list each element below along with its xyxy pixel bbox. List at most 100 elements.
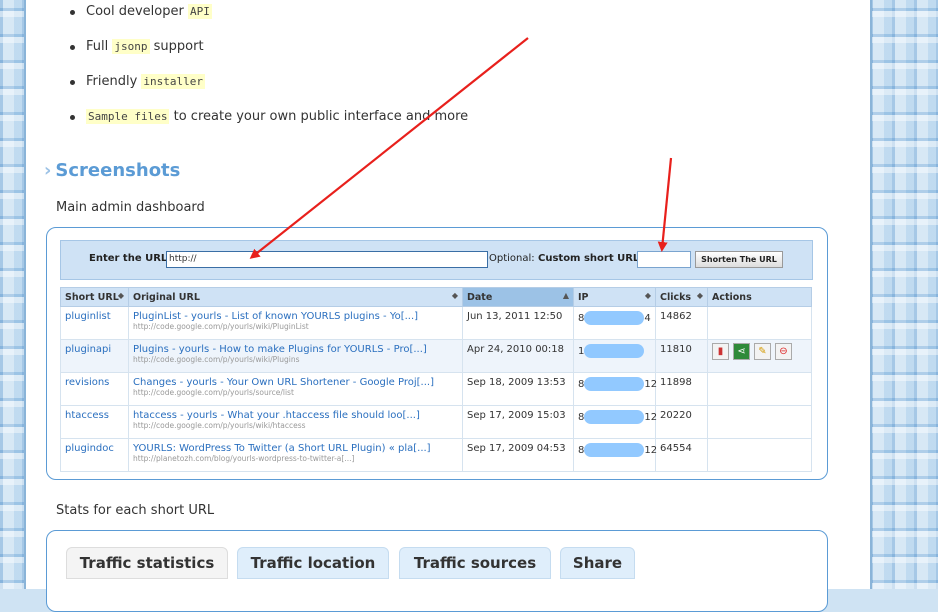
date-cell: Sep 18, 2009 13:53: [467, 377, 566, 388]
date-cell: Apr 24, 2010 00:18: [467, 344, 565, 355]
sort-icon: ◆: [117, 291, 124, 300]
clicks-cell: 14862: [660, 311, 692, 322]
bullet: [70, 80, 75, 85]
clicks-cell: 11810: [660, 344, 692, 355]
feature-code: jsonp: [112, 39, 150, 54]
feature-item: Friendly installer: [70, 74, 206, 89]
background-right: [870, 0, 938, 589]
feature-text: Cool developer: [86, 4, 188, 19]
tab-traffic-location[interactable]: Traffic location: [237, 547, 389, 579]
date-cell: Jun 13, 2011 12:50: [467, 311, 563, 322]
url-input[interactable]: http://: [166, 251, 488, 268]
feature-item: Full jsonp support: [70, 39, 204, 54]
background-left: [0, 0, 24, 589]
caption-stats: Stats for each short URL: [56, 503, 215, 518]
section-title-text: Screenshots: [55, 160, 181, 181]
page-content: Cool developer API Full jsonp support Fr…: [24, 0, 872, 612]
redaction-blur: [584, 443, 645, 457]
section-title: › Screenshots: [44, 160, 180, 181]
redaction-blur: [584, 377, 645, 391]
feature-code: Sample files: [86, 109, 170, 124]
sort-asc-icon: ▲: [562, 291, 569, 300]
redaction-blur: [584, 311, 645, 325]
original-url: http://planetozh.com/blog/yourls-wordpre…: [133, 454, 355, 463]
clicks-cell: 64554: [660, 443, 692, 454]
tab-share[interactable]: Share: [560, 547, 635, 579]
table-row: pluginlist PluginList - yourls - List of…: [60, 306, 812, 340]
original-url-title[interactable]: htaccess - yourls - What your .htaccess …: [133, 406, 458, 421]
delete-icon[interactable]: ⊖: [775, 343, 792, 360]
feature-text: Full: [86, 39, 113, 54]
sort-icon: ◆: [644, 291, 651, 300]
header-actions: Actions: [707, 287, 812, 307]
feature-code: API: [187, 4, 212, 19]
edit-icon[interactable]: ✎: [754, 343, 771, 360]
share-icon[interactable]: ⋖: [733, 343, 750, 360]
enter-url-label: Enter the URL:: [89, 253, 172, 264]
actions-cell: [707, 372, 812, 406]
custom-url-label: Custom short URL:: [538, 253, 644, 264]
actions-cell: ▮ ⋖ ✎ ⊖: [707, 339, 812, 373]
original-url-title[interactable]: Changes - yourls - Your Own URL Shortene…: [133, 373, 458, 388]
feature-item: Sample files to create your own public i…: [70, 109, 469, 124]
actions-cell: [707, 438, 812, 472]
original-url-title[interactable]: PluginList - yourls - List of known YOUR…: [133, 307, 458, 322]
actions-cell: [707, 405, 812, 439]
bullet: [70, 45, 75, 50]
ip-cell: 84: [578, 311, 651, 325]
short-url-link[interactable]: plugindoc: [65, 439, 124, 454]
table-header-row: Short URL ◆ Original URL ◆ Date ▲ IP ◆ Click…: [60, 287, 812, 307]
ip-cell: 8 12: [578, 443, 658, 457]
short-url-link[interactable]: htaccess: [65, 406, 124, 421]
table-row: plugindoc YOURLS: WordPress To Twitter (…: [60, 438, 812, 472]
original-url: http://code.google.com/p/yourls/wiki/Plu…: [133, 355, 300, 364]
links-table: Short URL ◆ Original URL ◆ Date ▲ IP ◆ Click…: [60, 287, 812, 472]
feature-text: to create your own public interface and …: [169, 109, 469, 124]
short-url-link[interactable]: pluginlist: [65, 307, 124, 322]
table-row: pluginapi Plugins - yourls - How to make…: [60, 339, 812, 373]
chevron-right-icon: ›: [44, 160, 52, 181]
feature-text: support: [149, 39, 204, 54]
bullet: [70, 10, 75, 15]
stats-screenshot: Traffic statistics Traffic location Traf…: [46, 530, 828, 612]
header-short-url[interactable]: Short URL ◆: [60, 287, 129, 307]
clicks-cell: 20220: [660, 410, 692, 421]
original-url: http://code.google.com/p/yourls/wiki/hta…: [133, 421, 306, 430]
header-date[interactable]: Date ▲: [462, 287, 574, 307]
sort-icon: ◆: [451, 291, 458, 300]
caption-dashboard: Main admin dashboard: [56, 200, 205, 215]
custom-url-input[interactable]: [637, 251, 691, 268]
original-url: http://code.google.com/p/yourls/wiki/Plu…: [133, 322, 309, 331]
feature-item: Cool developer API: [70, 4, 212, 19]
tab-traffic-sources[interactable]: Traffic sources: [399, 547, 551, 579]
sort-icon: ◆: [696, 291, 703, 300]
feature-code: installer: [141, 74, 206, 89]
header-ip[interactable]: IP ◆: [573, 287, 656, 307]
redaction-blur: [584, 410, 645, 424]
date-cell: Sep 17, 2009 15:03: [467, 410, 566, 421]
short-url-link[interactable]: pluginapi: [65, 340, 124, 355]
tab-traffic-statistics[interactable]: Traffic statistics: [66, 547, 228, 579]
ip-cell: 1: [578, 340, 651, 358]
table-row: revisions Changes - yourls - Your Own UR…: [60, 372, 812, 406]
header-clicks[interactable]: Clicks ◆: [655, 287, 708, 307]
stats-icon[interactable]: ▮: [712, 343, 729, 360]
short-url-link[interactable]: revisions: [65, 373, 124, 388]
redaction-blur: [584, 344, 645, 358]
feature-text: Friendly: [86, 74, 142, 89]
bullet: [70, 115, 75, 120]
url-form: Enter the URL: http:// Optional: Custom …: [60, 240, 813, 280]
original-url: http://code.google.com/p/yourls/source/l…: [133, 388, 294, 397]
dashboard-screenshot: Enter the URL: http:// Optional: Custom …: [46, 227, 828, 480]
original-url-title[interactable]: Plugins - yourls - How to make Plugins f…: [133, 340, 458, 355]
ip-cell: 8 12: [578, 410, 658, 424]
clicks-cell: 11898: [660, 377, 692, 388]
shorten-button[interactable]: Shorten The URL: [695, 251, 783, 268]
optional-label: Optional:: [489, 253, 535, 264]
date-cell: Sep 17, 2009 04:53: [467, 443, 566, 454]
actions-cell: [707, 306, 812, 340]
original-url-title[interactable]: YOURLS: WordPress To Twitter (a Short UR…: [133, 439, 458, 454]
table-row: htaccess htaccess - yourls - What your .…: [60, 405, 812, 439]
header-original-url[interactable]: Original URL ◆: [128, 287, 463, 307]
ip-cell: 8 12: [578, 377, 658, 391]
